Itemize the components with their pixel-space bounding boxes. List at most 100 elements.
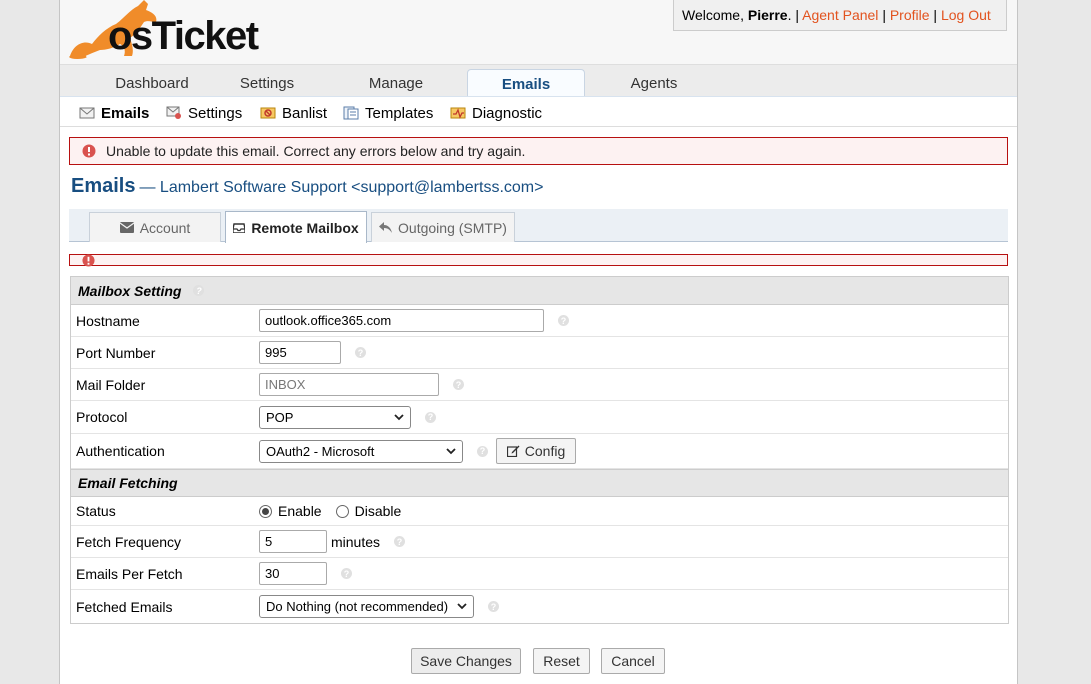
page-container: osTicket Welcome, Pierre. | Agent Panel … [59, 0, 1018, 684]
subnav-item-settings[interactable]: Settings [166, 102, 242, 124]
chevron-down-icon [446, 447, 456, 454]
main-nav: Dashboard Settings Manage Emails Agents [60, 64, 1017, 98]
tab-remote-mailbox[interactable]: Remote Mailbox [225, 211, 367, 243]
status-label: Status [76, 503, 116, 519]
agent-panel-link[interactable]: Agent Panel [802, 7, 878, 23]
subnav-label: Templates [365, 104, 434, 122]
templates-icon [343, 106, 359, 120]
mail-icon [79, 107, 95, 119]
row-mail-folder: Mail Folder ? [71, 369, 1008, 401]
section-header-mailbox: Mailbox Setting ? [71, 277, 1008, 305]
protocol-label: Protocol [76, 409, 128, 425]
separator: | [933, 7, 938, 23]
hostname-input[interactable] [259, 309, 544, 332]
subnav-item-templates[interactable]: Templates [343, 102, 433, 124]
subnav-label: Settings [188, 104, 243, 122]
mailbox-form: Mailbox Setting ? Hostname ? Port Number… [70, 276, 1009, 624]
nav-tab-agents[interactable]: Agents [590, 71, 718, 97]
subnav-item-diagnostic[interactable]: Diagnostic [450, 102, 542, 124]
chevron-down-icon [457, 603, 467, 610]
fetch-frequency-input[interactable] [259, 530, 327, 553]
page-subtitle: — Lambert Software Support <support@lamb… [139, 179, 544, 196]
help-icon[interactable]: ? [193, 285, 205, 296]
subnav-label: Emails [101, 104, 150, 122]
subnav-label: Diagnostic [472, 104, 543, 122]
help-icon[interactable]: ? [355, 347, 366, 358]
fetched-emails-select[interactable]: Do Nothing (not recommended) [259, 595, 474, 618]
separator: | [795, 7, 799, 23]
page-title: Emails — Lambert Software Support <suppor… [71, 175, 543, 198]
protocol-select[interactable]: POP [259, 405, 411, 429]
save-changes-button[interactable]: Save Changes [411, 648, 521, 674]
row-authentication: Authentication OAuth2 - Microsoft ? Conf… [71, 434, 1008, 469]
diagnostic-icon [450, 107, 466, 119]
fetched-emails-label: Fetched Emails [76, 598, 173, 615]
chevron-down-icon [394, 413, 404, 420]
radio-disable[interactable] [335, 504, 349, 518]
tab-account[interactable]: Account [89, 212, 221, 242]
radio-disable-label: Disable [354, 503, 402, 519]
help-icon[interactable]: ? [425, 411, 436, 423]
banlist-icon [260, 107, 276, 119]
field-error-banner [69, 254, 1008, 267]
row-status: Status Enable Disable [71, 497, 1008, 526]
logout-link[interactable]: Log Out [941, 7, 991, 23]
mail-folder-input[interactable] [259, 373, 439, 396]
header: osTicket Welcome, Pierre. | Agent Panel … [60, 0, 1017, 64]
envelope-icon [119, 222, 134, 233]
minutes-label: minutes [331, 533, 381, 550]
osticket-logo[interactable]: osTicket [66, 0, 276, 62]
row-port: Port Number ? [71, 337, 1008, 369]
nav-tab-manage[interactable]: Manage [328, 71, 464, 97]
page-title-main: Emails [71, 175, 136, 197]
help-icon[interactable]: ? [477, 445, 488, 457]
welcome-box: Welcome, Pierre. | Agent Panel | Profile… [673, 0, 1007, 31]
user-name: Pierre [747, 7, 788, 23]
error-icon [82, 144, 96, 158]
hostname-label: Hostname [76, 312, 140, 329]
sub-nav: Emails Settings Banlist Templates Diagno… [60, 96, 1017, 127]
mail-folder-label: Mail Folder [76, 376, 146, 393]
emails-per-fetch-input[interactable] [259, 562, 327, 585]
tab-outgoing-smtp[interactable]: Outgoing (SMTP) [371, 212, 515, 242]
error-message: Unable to update this email. Correct any… [106, 143, 526, 159]
subnav-label: Banlist [282, 104, 328, 122]
help-icon[interactable]: ? [341, 568, 352, 579]
mail-settings-icon [166, 106, 181, 119]
error-banner: Unable to update this email. Correct any… [69, 137, 1008, 165]
cancel-button[interactable]: Cancel [601, 648, 665, 674]
welcome-prefix: Welcome, [682, 7, 744, 23]
email-tabs: Account Remote Mailbox Outgoing (SMTP) [69, 209, 1008, 243]
port-input[interactable] [259, 341, 341, 364]
row-fetch-frequency: Fetch Frequency minutes ? [71, 526, 1008, 558]
config-button[interactable]: Config [496, 438, 576, 464]
row-hostname: Hostname ? [71, 305, 1008, 337]
port-label: Port Number [76, 344, 156, 361]
help-icon[interactable]: ? [394, 536, 406, 547]
separator: | [882, 7, 886, 23]
help-icon[interactable]: ? [558, 315, 569, 326]
emails-per-fetch-label: Emails Per Fetch [76, 565, 183, 582]
nav-tab-settings[interactable]: Settings [198, 71, 336, 97]
nav-tab-emails[interactable]: Emails [467, 69, 585, 98]
row-emails-per-fetch: Emails Per Fetch ? [71, 558, 1008, 590]
row-protocol: Protocol POP ? [71, 401, 1008, 434]
section-header-fetching: Email Fetching [71, 469, 1008, 497]
row-fetched-emails: Fetched Emails Do Nothing (not recommend… [71, 590, 1008, 623]
error-icon [82, 254, 95, 267]
edit-icon [506, 445, 520, 457]
subnav-item-banlist[interactable]: Banlist [260, 102, 327, 124]
profile-link[interactable]: Profile [890, 7, 930, 23]
logo-text: osTicket [108, 14, 259, 58]
help-icon[interactable]: ? [453, 379, 464, 390]
reset-button[interactable]: Reset [533, 648, 590, 674]
authentication-label: Authentication [76, 443, 165, 459]
reply-icon [379, 222, 393, 233]
help-icon[interactable]: ? [488, 601, 499, 612]
radio-enable[interactable] [259, 504, 272, 518]
authentication-select[interactable]: OAuth2 - Microsoft [259, 439, 463, 463]
inbox-icon [233, 222, 246, 233]
subnav-item-emails[interactable]: Emails [79, 102, 149, 124]
radio-enable-label: Enable [278, 503, 322, 519]
fetch-frequency-label: Fetch Frequency [76, 533, 182, 550]
